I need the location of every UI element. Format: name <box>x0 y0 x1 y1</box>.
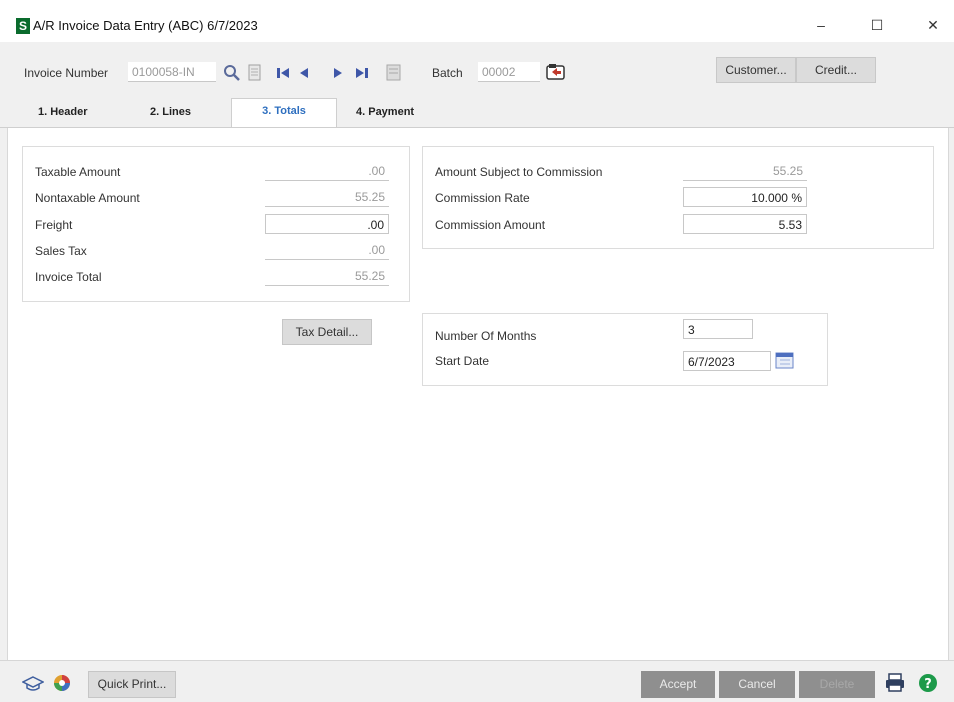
freight-field[interactable]: .00 <box>265 214 389 234</box>
commission-rate-field[interactable]: 10.000 % <box>683 187 807 207</box>
invoice-total-label: Invoice Total <box>35 270 102 284</box>
bottom-toolbar: Quick Print... Accept Cancel Delete ? <box>0 660 954 702</box>
delete-button[interactable]: Delete <box>799 671 875 698</box>
commission-rate-label: Commission Rate <box>435 191 530 205</box>
next-record-icon[interactable] <box>332 66 344 80</box>
close-button[interactable]: ✕ <box>918 14 948 36</box>
commission-amount-field[interactable]: 5.53 <box>683 214 807 234</box>
commission-group: Amount Subject to Commission 55.25 Commi… <box>422 146 934 249</box>
sales-tax-label: Sales Tax <box>35 244 87 258</box>
printer-icon[interactable] <box>884 673 906 693</box>
batch-folder-icon[interactable] <box>545 62 567 82</box>
invoice-number-field[interactable]: 0100058-IN <box>128 62 216 82</box>
totals-panel: Taxable Amount .00 Nontaxable Amount 55.… <box>7 128 949 660</box>
title-bar: S A/R Invoice Data Entry (ABC) 6/7/2023 … <box>0 0 954 42</box>
schedule-group: Number Of Months 3 Start Date 6/7/2023 <box>422 313 828 386</box>
freight-label: Freight <box>35 218 73 232</box>
customer-button[interactable]: Customer... <box>716 57 796 83</box>
previous-record-icon[interactable] <box>298 66 310 80</box>
invoice-window: S A/R Invoice Data Entry (ABC) 6/7/2023 … <box>0 0 954 702</box>
maximize-button[interactable]: ☐ <box>862 14 892 36</box>
tab-payment[interactable]: 4. Payment <box>356 106 414 118</box>
accept-button[interactable]: Accept <box>641 671 715 698</box>
memo-icon[interactable] <box>247 64 263 82</box>
tab-totals[interactable]: 3. Totals <box>231 98 337 128</box>
start-date-field[interactable]: 6/7/2023 <box>683 351 771 371</box>
cancel-button[interactable]: Cancel <box>719 671 795 698</box>
calendar-icon[interactable] <box>775 350 795 370</box>
invoice-total-field[interactable]: 55.25 <box>265 266 389 286</box>
commission-amount-label: Commission Amount <box>435 218 546 232</box>
search-icon[interactable] <box>222 64 242 82</box>
tax-detail-button[interactable]: Tax Detail... <box>282 319 372 345</box>
number-of-months-label: Number Of Months <box>435 329 537 343</box>
window-title: A/R Invoice Data Entry (ABC) 6/7/2023 <box>33 18 258 33</box>
last-record-icon[interactable] <box>355 66 369 80</box>
list-icon[interactable] <box>386 64 402 82</box>
quick-print-button[interactable]: Quick Print... <box>88 671 176 698</box>
svg-text:?: ? <box>924 677 932 692</box>
app-icon: S <box>16 18 30 34</box>
graduation-cap-icon[interactable] <box>22 675 44 693</box>
commission-subject-field[interactable]: 55.25 <box>683 161 807 181</box>
color-wheel-icon[interactable] <box>52 673 72 693</box>
help-icon[interactable]: ? <box>918 673 938 693</box>
taxable-amount-label: Taxable Amount <box>35 165 121 179</box>
tab-header[interactable]: 1. Header <box>38 106 88 118</box>
invoice-number-label: Invoice Number <box>24 66 109 80</box>
tab-lines[interactable]: 2. Lines <box>150 106 191 118</box>
taxable-amount-field[interactable]: .00 <box>265 161 389 181</box>
invoice-toolbar: Invoice Number 0100058-IN Batch 00002 Cu… <box>0 42 954 98</box>
batch-label: Batch <box>432 66 463 80</box>
first-record-icon[interactable] <box>276 66 290 80</box>
commission-subject-label: Amount Subject to Commission <box>435 165 603 179</box>
nontaxable-amount-field[interactable]: 55.25 <box>265 187 389 207</box>
totals-group: Taxable Amount .00 Nontaxable Amount 55.… <box>22 146 410 302</box>
number-of-months-field[interactable]: 3 <box>683 319 753 339</box>
tab-strip: 1. Header 2. Lines 3. Totals 4. Payment <box>0 98 954 128</box>
batch-field[interactable]: 00002 <box>478 62 540 82</box>
credit-button[interactable]: Credit... <box>796 57 876 83</box>
minimize-button[interactable]: – <box>806 14 836 36</box>
nontaxable-amount-label: Nontaxable Amount <box>35 191 140 205</box>
sales-tax-field[interactable]: .00 <box>265 240 389 260</box>
start-date-label: Start Date <box>435 354 490 368</box>
